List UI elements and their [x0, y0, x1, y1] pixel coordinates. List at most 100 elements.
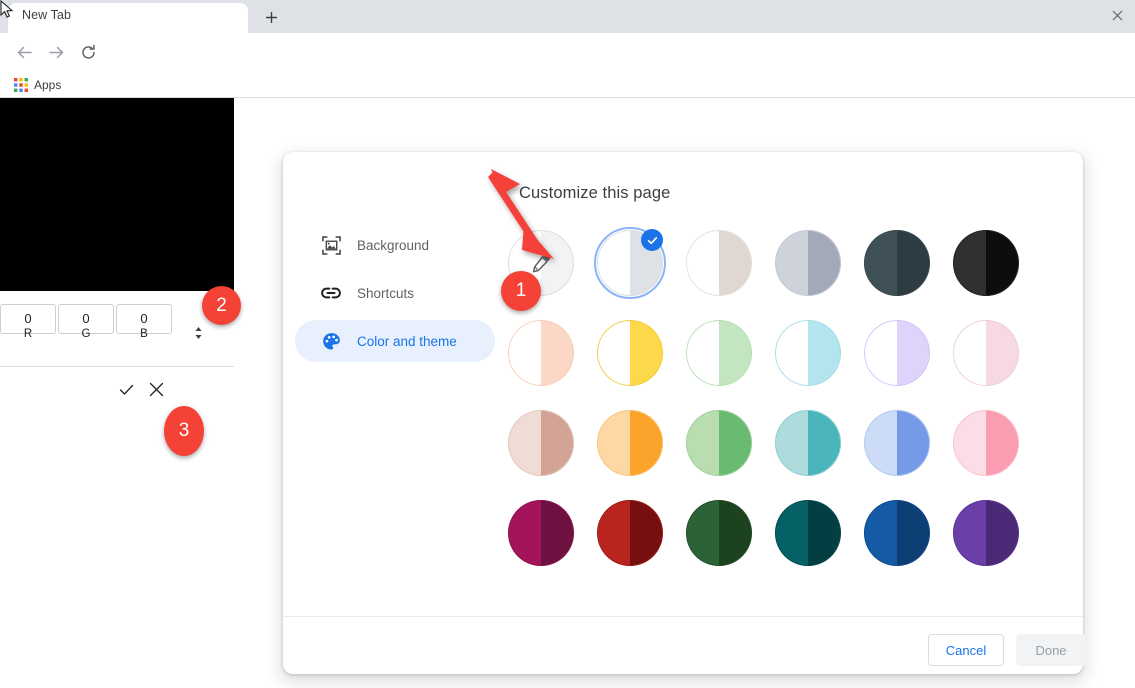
picker-divider [0, 366, 234, 367]
theme-swatch-dusty-rose[interactable] [508, 410, 574, 476]
forward-icon[interactable] [44, 41, 68, 65]
swatch-outline [864, 410, 930, 476]
swatch-circle [953, 320, 1019, 386]
back-icon[interactable] [12, 41, 36, 65]
theme-swatch-forest-green[interactable] [686, 500, 752, 566]
theme-swatch-pale-yellow[interactable] [597, 320, 663, 386]
color-gradient-canvas[interactable] [0, 98, 234, 291]
swatch-outline [508, 320, 574, 386]
theme-swatch-teal[interactable] [775, 410, 841, 476]
theme-swatch-red-dark[interactable] [597, 500, 663, 566]
picker-confirm-button[interactable] [115, 378, 137, 400]
swatch-outline [775, 230, 841, 296]
theme-swatch-purple[interactable] [953, 500, 1019, 566]
sidebar-item-label: Shortcuts [357, 286, 414, 301]
picker-actions [115, 378, 225, 402]
theme-swatch-light-default[interactable] [597, 230, 663, 296]
swatch-circle [597, 320, 663, 386]
theme-swatch-pale-purple[interactable] [864, 320, 930, 386]
theme-swatch-pale-pink[interactable] [953, 320, 1019, 386]
swatch-outline [775, 500, 841, 566]
sidebar-item-shortcuts[interactable]: Shortcuts [295, 272, 495, 314]
sidebar-item-color-and-theme[interactable]: Color and theme [295, 320, 495, 362]
swatch-circle [864, 230, 930, 296]
picker-cancel-button[interactable] [145, 378, 167, 400]
swatch-outline [775, 410, 841, 476]
theme-swatch-row [508, 320, 1058, 410]
palette-icon [321, 331, 341, 351]
red-label: R [0, 328, 56, 340]
swatch-circle [953, 410, 1019, 476]
swatch-outline [508, 410, 574, 476]
theme-swatch-green[interactable] [686, 410, 752, 476]
apps-label[interactable]: Apps [34, 78, 61, 92]
swatch-circle [775, 320, 841, 386]
updown-stepper-icon[interactable] [192, 326, 204, 342]
annotation-badge-3: 3 [164, 406, 204, 456]
swatch-outline [864, 230, 930, 296]
theme-swatch-grid [508, 230, 1058, 590]
image-frame-icon [321, 235, 341, 255]
done-button: Done [1016, 634, 1086, 666]
swatch-circle [953, 230, 1019, 296]
close-icon[interactable] [1109, 8, 1125, 24]
swatch-circle [508, 320, 574, 386]
theme-swatch-dark-slate[interactable] [864, 230, 930, 296]
customize-dialog: Customize this page Background [283, 152, 1083, 674]
screen-root: New Tab [0, 0, 1135, 688]
sidebar-item-label: Background [357, 238, 429, 253]
swatch-outline [597, 320, 663, 386]
theme-swatch-warm-white[interactable] [686, 230, 752, 296]
swatch-circle [864, 410, 930, 476]
swatch-outline [686, 500, 752, 566]
theme-swatch-blue[interactable] [864, 410, 930, 476]
green-label: G [58, 328, 114, 340]
swatch-circle [686, 230, 752, 296]
check-icon [641, 229, 663, 251]
sidebar-item-background[interactable]: Background [295, 224, 495, 266]
annotation-badge-1: 1 [501, 271, 541, 311]
swatch-outline [953, 320, 1019, 386]
swatch-circle [508, 500, 574, 566]
swatch-outline [597, 500, 663, 566]
cancel-button[interactable]: Cancel [928, 634, 1004, 666]
theme-swatch-deep-teal[interactable] [775, 500, 841, 566]
new-tab-button[interactable] [258, 5, 284, 31]
theme-swatch-pale-peach[interactable] [508, 320, 574, 386]
theme-swatch-pale-cyan[interactable] [775, 320, 841, 386]
swatch-circle [597, 500, 663, 566]
swatch-outline [686, 320, 752, 386]
theme-swatch-black[interactable] [953, 230, 1019, 296]
blue-label: B [116, 328, 172, 340]
theme-swatch-orange[interactable] [597, 410, 663, 476]
swatch-circle [686, 500, 752, 566]
reload-icon[interactable] [76, 41, 100, 65]
theme-swatch-cool-grey[interactable] [775, 230, 841, 296]
theme-swatch-pale-green[interactable] [686, 320, 752, 386]
dialog-sidebar: Background Shortcuts [295, 224, 495, 368]
swatch-outline [775, 320, 841, 386]
mouse-cursor-icon [0, 0, 16, 20]
theme-swatch-navy-blue[interactable] [864, 500, 930, 566]
swatch-circle [597, 410, 663, 476]
bookmarks-bar [0, 71, 1135, 98]
swatch-circle [775, 500, 841, 566]
sidebar-item-label: Color and theme [357, 334, 457, 349]
theme-swatch-pink[interactable] [953, 410, 1019, 476]
swatch-outline [953, 230, 1019, 296]
swatch-circle [775, 410, 841, 476]
link-chain-icon [321, 283, 341, 303]
theme-swatch-magenta-dark[interactable] [508, 500, 574, 566]
swatch-outline [508, 500, 574, 566]
apps-grid-icon[interactable] [14, 78, 28, 92]
swatch-circle [864, 320, 930, 386]
dialog-divider [283, 616, 1083, 617]
theme-swatch-row [508, 500, 1058, 590]
swatch-outline [864, 500, 930, 566]
theme-swatch-row [508, 410, 1058, 500]
swatch-circle [864, 500, 930, 566]
theme-swatch-row [508, 230, 1058, 320]
swatch-circle [508, 410, 574, 476]
swatch-outline [597, 410, 663, 476]
swatch-outline [864, 320, 930, 386]
